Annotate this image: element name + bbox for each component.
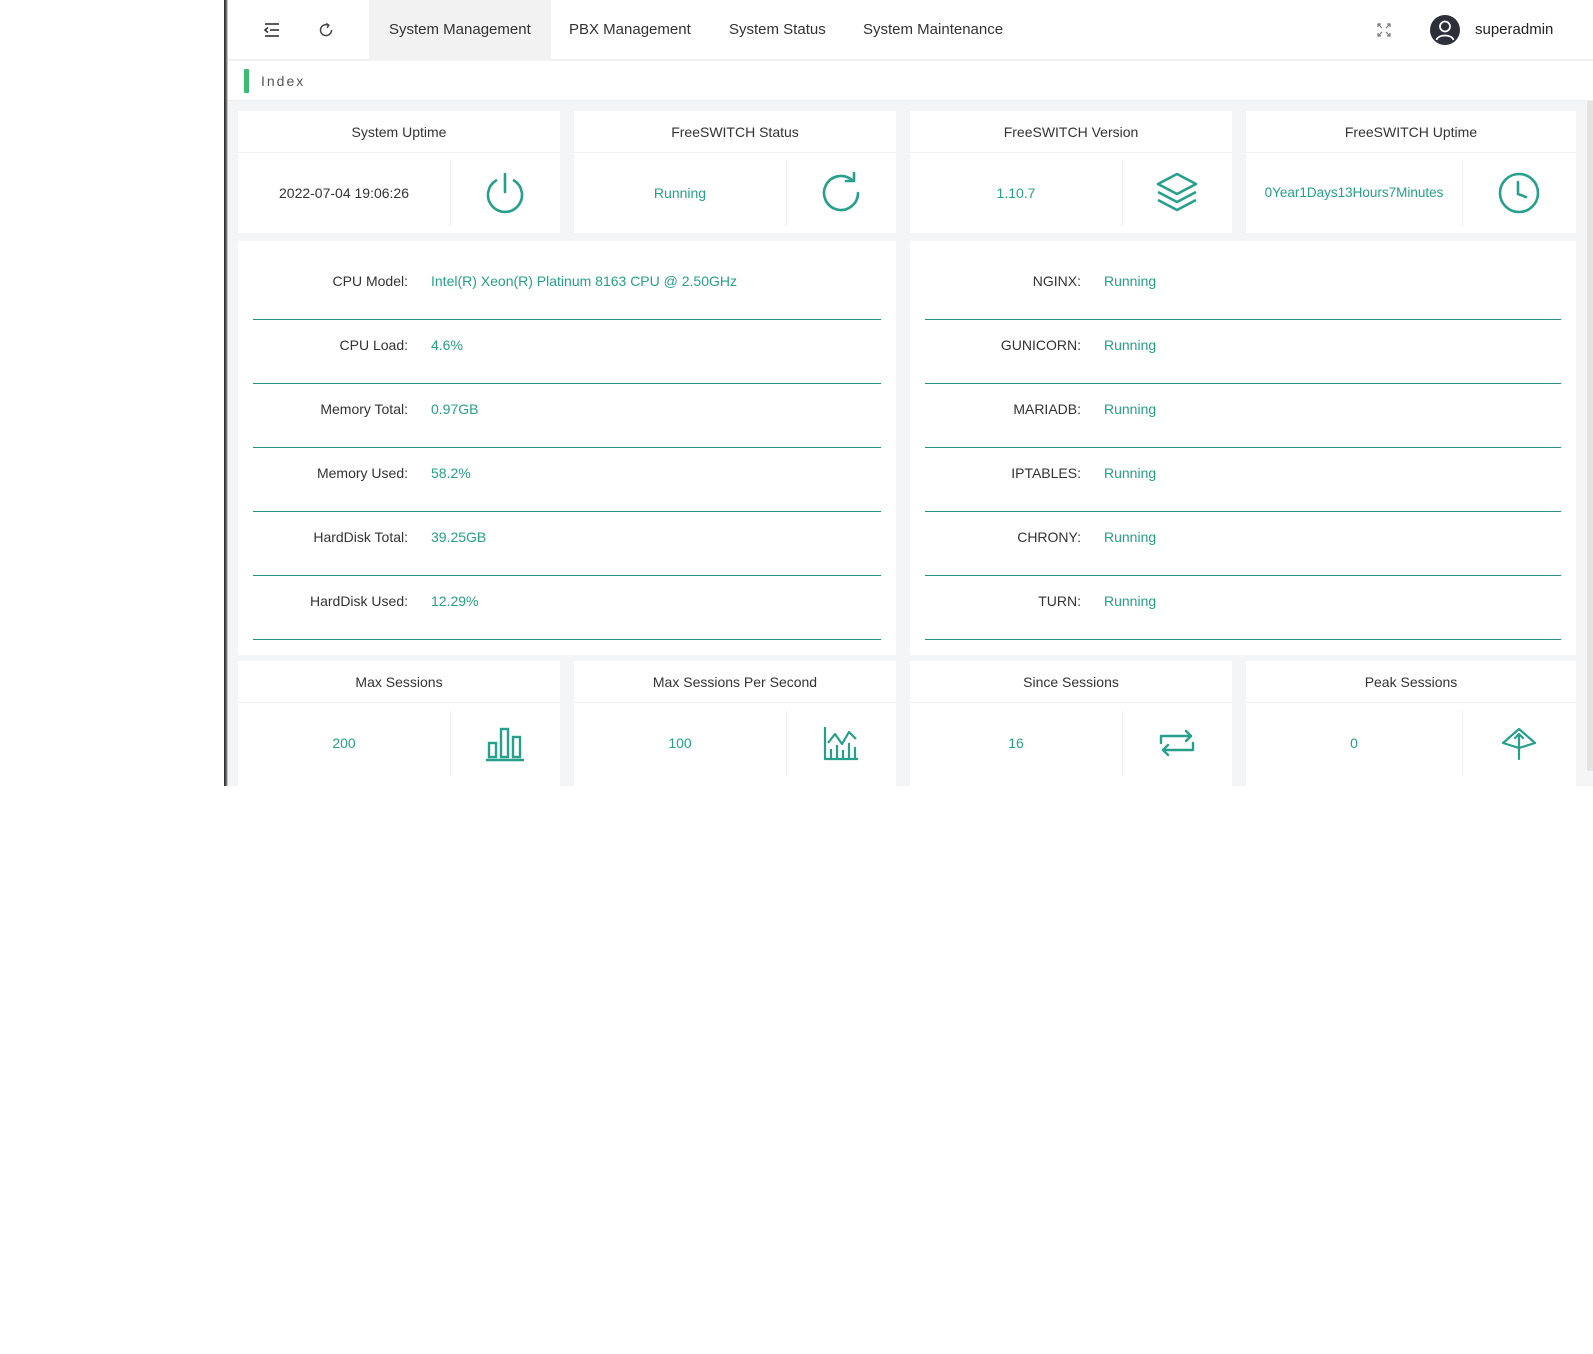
service-row-turn: TURN: Running	[925, 576, 1561, 640]
bar-chart-icon	[450, 703, 560, 783]
service-status: Running	[1104, 593, 1157, 609]
main-area: System Management PBX Management System …	[228, 0, 1593, 786]
breadcrumb: Index	[228, 61, 1593, 101]
sidebar	[0, 0, 225, 786]
service-status: Running	[1104, 337, 1157, 353]
info-label: HardDisk Used:	[309, 593, 408, 609]
tab-system-maintenance[interactable]: System Maintenance	[843, 0, 1023, 60]
vertical-scrollbar[interactable]	[1587, 101, 1593, 771]
card-value: 2022-07-04 19:06:26	[279, 185, 409, 201]
info-row-memory-total: Memory Total: 0.97GB	[253, 384, 881, 448]
service-label: TURN:	[1038, 593, 1081, 609]
layers-icon	[1122, 153, 1232, 233]
breadcrumb-marker	[244, 69, 249, 93]
card-title: FreeSWITCH Version	[910, 111, 1232, 153]
card-value: Running	[653, 185, 707, 201]
info-value: Intel(R) Xeon(R) Platinum 8163 CPU @ 2.5…	[431, 273, 737, 289]
info-label: CPU Load:	[339, 337, 408, 353]
card-title: Max Sessions Per Second	[574, 661, 896, 703]
card-title: System Uptime	[238, 111, 560, 153]
service-row-iptables: IPTABLES: Running	[925, 448, 1561, 512]
info-value: 0.97GB	[431, 401, 479, 417]
info-row-cpu-load: CPU Load: 4.6%	[253, 320, 881, 384]
card-value: 200	[332, 735, 356, 751]
card-peak-sessions: Peak Sessions 0	[1246, 661, 1576, 786]
card-title: Peak Sessions	[1246, 661, 1576, 703]
info-row-cpu-model: CPU Model: Intel(R) Xeon(R) Platinum 816…	[253, 256, 881, 320]
card-max-sessions: Max Sessions 200	[238, 661, 560, 786]
breadcrumb-index[interactable]: Index	[261, 61, 305, 101]
service-label: CHRONY:	[1017, 529, 1081, 545]
service-label: NGINX:	[1032, 273, 1081, 289]
info-row-harddisk-used: HardDisk Used: 12.29%	[253, 576, 881, 640]
service-row-gunicorn: GUNICORN: Running	[925, 320, 1561, 384]
card-title: FreeSWITCH Uptime	[1246, 111, 1576, 153]
card-value: 16	[1008, 735, 1024, 751]
app-window: System Management PBX Management System …	[0, 0, 1593, 786]
avatar[interactable]	[1430, 15, 1460, 45]
system-info-panel: CPU Model: Intel(R) Xeon(R) Platinum 816…	[238, 241, 896, 655]
card-title: FreeSWITCH Status	[574, 111, 896, 153]
info-value: 4.6%	[431, 337, 463, 353]
service-status: Running	[1104, 273, 1157, 289]
info-row-memory-used: Memory Used: 58.2%	[253, 448, 881, 512]
services-panel: NGINX: Running GUNICORN: Running MARIADB…	[910, 241, 1576, 655]
repeat-icon	[1122, 703, 1232, 783]
info-label: Memory Used:	[316, 465, 408, 481]
service-row-chrony: CHRONY: Running	[925, 512, 1561, 576]
card-max-sessions-per-second: Max Sessions Per Second 100	[574, 661, 896, 786]
refresh-icon	[786, 153, 896, 233]
info-value: 39.25GB	[431, 529, 487, 545]
service-status: Running	[1104, 529, 1157, 545]
service-status: Running	[1104, 465, 1157, 481]
fullscreen-icon[interactable]	[1370, 16, 1398, 44]
service-label: GUNICORN:	[1000, 337, 1081, 353]
card-value: 0Year1Days13Hours7Minutes	[1264, 185, 1444, 200]
peak-icon	[1462, 703, 1576, 783]
card-title: Since Sessions	[910, 661, 1232, 703]
clock-icon	[1462, 153, 1576, 233]
card-freeswitch-version: FreeSWITCH Version 1.10.7	[910, 111, 1232, 233]
power-icon	[450, 153, 560, 233]
card-value: 1.10.7	[996, 185, 1036, 201]
card-freeswitch-uptime: FreeSWITCH Uptime 0Year1Days13Hours7Minu…	[1246, 111, 1576, 233]
card-system-uptime: System Uptime 2022-07-04 19:06:26	[238, 111, 560, 233]
info-label: Memory Total:	[320, 401, 408, 417]
service-label: MARIADB:	[1013, 401, 1081, 417]
tab-pbx-management[interactable]: PBX Management	[549, 0, 711, 60]
card-value: 100	[668, 735, 692, 751]
info-value: 12.29%	[431, 593, 479, 609]
tab-system-management[interactable]: System Management	[369, 0, 551, 60]
username-label[interactable]: superadmin	[1475, 0, 1553, 60]
line-chart-icon	[786, 703, 896, 783]
info-label: HardDisk Total:	[313, 529, 408, 545]
card-since-sessions: Since Sessions 16	[910, 661, 1232, 786]
card-freeswitch-status: FreeSWITCH Status Running	[574, 111, 896, 233]
info-value: 58.2%	[431, 465, 471, 481]
tab-system-status[interactable]: System Status	[709, 0, 846, 60]
menu-collapse-icon[interactable]	[258, 16, 286, 44]
reload-icon[interactable]	[312, 16, 340, 44]
service-row-mariadb: MARIADB: Running	[925, 384, 1561, 448]
card-title: Max Sessions	[238, 661, 560, 703]
service-label: IPTABLES:	[1011, 465, 1081, 481]
info-label: CPU Model:	[332, 273, 408, 289]
top-bar: System Management PBX Management System …	[228, 0, 1593, 60]
service-row-nginx: NGINX: Running	[925, 256, 1561, 320]
card-value: 0	[1350, 735, 1358, 751]
info-row-harddisk-total: HardDisk Total: 39.25GB	[253, 512, 881, 576]
service-status: Running	[1104, 401, 1157, 417]
